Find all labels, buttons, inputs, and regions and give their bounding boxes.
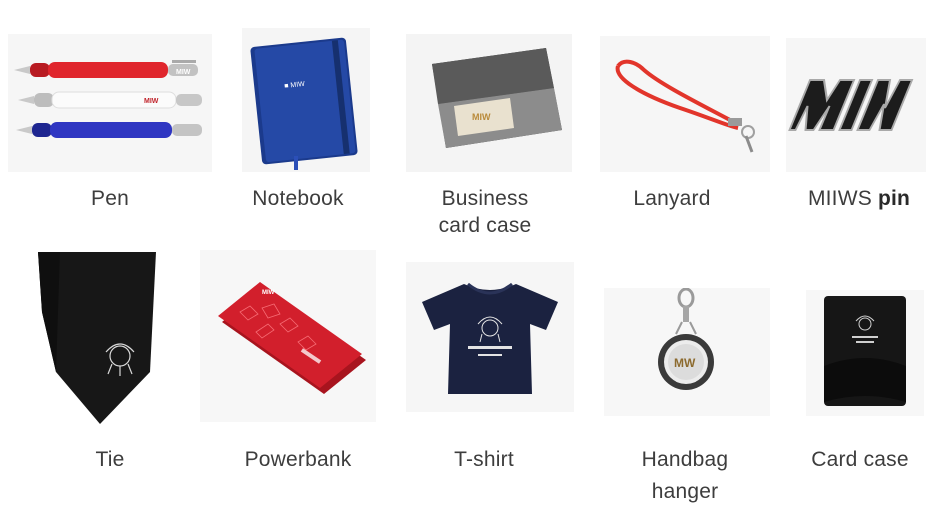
powerbank-caption: Powerbank xyxy=(244,448,352,471)
handbag-hanger-caption-line2: hanger xyxy=(651,480,719,503)
lanyard-photo xyxy=(600,36,770,172)
svg-text:MIW: MIW xyxy=(176,69,191,76)
pen-caption: Pen xyxy=(91,187,129,210)
card-case-caption: Card case xyxy=(811,448,909,471)
tie-photo xyxy=(38,252,162,426)
tshirt-caption: T-shirt xyxy=(454,448,514,471)
tie-caption: Tie xyxy=(95,448,125,471)
notebook-photo: ■ MIW xyxy=(242,28,370,172)
lanyard-caption: Lanyard xyxy=(633,187,711,210)
svg-text:MIW: MIW xyxy=(262,290,275,296)
business-card-case-caption-line2: card case xyxy=(438,214,532,237)
miiws-pin-caption-bold: pin xyxy=(877,187,911,210)
card-case-photo xyxy=(806,290,924,416)
business-card-case-caption-line1: Business xyxy=(441,187,529,210)
handbag-hanger-photo: MW xyxy=(604,288,770,416)
svg-text:MW: MW xyxy=(674,356,696,370)
pin-photo xyxy=(786,38,926,172)
miiws-pin-caption: MIIWS pin xyxy=(796,185,922,212)
handbag-hanger-caption-line1: Handbag xyxy=(641,448,729,471)
svg-text:MIW: MIW xyxy=(144,98,159,105)
powerbank-photo: MIW xyxy=(200,250,376,422)
tshirt-photo xyxy=(406,262,574,412)
pen-photo: MIW MIW xyxy=(8,34,212,172)
miiws-pin-caption-prefix: MIIWS xyxy=(807,187,878,210)
svg-text:MIW: MIW xyxy=(472,112,491,122)
business-card-case-caption: Business card case xyxy=(420,185,550,239)
handbag-hanger-caption: Handbag hanger xyxy=(620,446,750,505)
business-card-case-photo: MIW xyxy=(406,34,572,172)
notebook-caption: Notebook xyxy=(252,187,344,210)
